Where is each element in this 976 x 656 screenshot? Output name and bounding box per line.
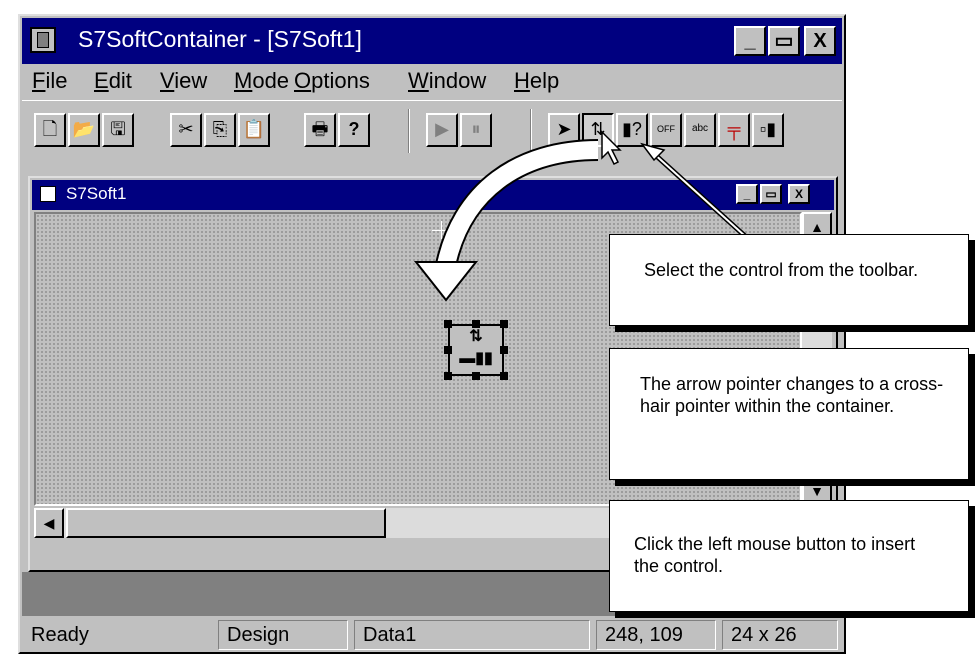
callout-click-insert: Click the left mouse button to insert th… <box>609 500 969 612</box>
callout-pointer-change: The arrow pointer changes to a cross-hai… <box>609 348 969 480</box>
curved-arrow-head <box>413 261 479 302</box>
mouse-pointer-icon <box>601 130 622 166</box>
callout-select-control: Select the control from the toolbar. <box>609 234 969 326</box>
curved-arrow <box>436 141 599 272</box>
